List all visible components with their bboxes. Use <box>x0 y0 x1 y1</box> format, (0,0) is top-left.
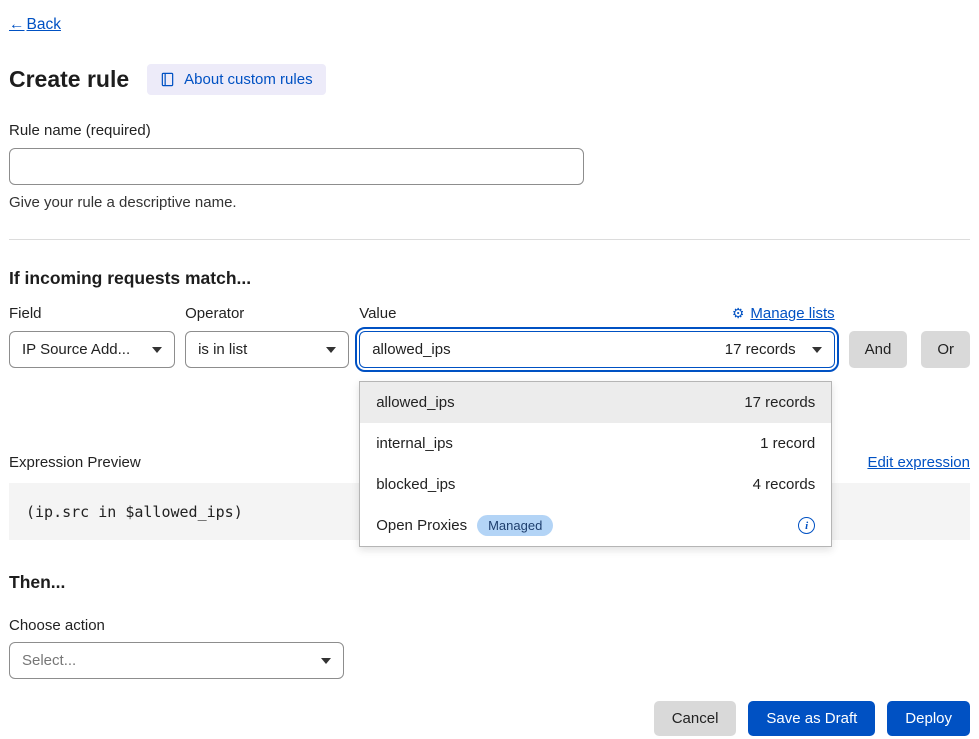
create-rule-page: ←Back Create rule About custom rules Rul… <box>0 0 979 739</box>
list-item-records: 4 records <box>753 476 816 493</box>
expression-preview-label: Expression Preview <box>9 454 141 471</box>
book-icon <box>160 72 175 87</box>
list-item-open-proxies[interactable]: Open Proxies Managed i <box>360 505 831 546</box>
chevron-down-icon <box>321 658 331 664</box>
action-select-placeholder: Select... <box>22 652 76 669</box>
or-button[interactable]: Or <box>921 331 970 368</box>
list-item-name: internal_ips <box>376 435 453 452</box>
value-select-right: 17 records <box>725 341 822 358</box>
list-item-allowed-ips[interactable]: allowed_ips 17 records <box>360 382 831 423</box>
rule-name-helper: Give your rule a descriptive name. <box>9 194 970 211</box>
list-item-left: Open Proxies Managed <box>376 515 553 536</box>
footer-actions: Cancel Save as Draft Deploy <box>9 701 970 736</box>
operator-select[interactable]: is in list <box>185 331 349 368</box>
action-select[interactable]: Select... <box>9 642 344 679</box>
list-item-records: 1 record <box>760 435 815 452</box>
manage-lists-link[interactable]: ⚙ Manage lists <box>732 305 835 322</box>
chevron-down-icon <box>152 347 162 353</box>
chevron-down-icon <box>326 347 336 353</box>
field-column: Field IP Source Add... <box>9 305 175 368</box>
manage-lists-label: Manage lists <box>750 305 834 322</box>
save-as-draft-button[interactable]: Save as Draft <box>748 701 875 736</box>
about-custom-rules-label: About custom rules <box>184 71 312 88</box>
operator-label: Operator <box>185 305 349 322</box>
value-label-row: Value ⚙ Manage lists <box>359 305 834 322</box>
gear-icon: ⚙ <box>732 305 745 322</box>
choose-action-label: Choose action <box>9 617 970 634</box>
about-custom-rules-link[interactable]: About custom rules <box>147 64 325 95</box>
managed-badge: Managed <box>477 515 553 536</box>
back-label: Back <box>27 16 61 34</box>
value-select-records: 17 records <box>725 341 796 358</box>
list-item-name: blocked_ips <box>376 476 455 493</box>
title-row: Create rule About custom rules <box>9 64 970 95</box>
rule-name-label: Rule name (required) <box>9 122 970 139</box>
deploy-button[interactable]: Deploy <box>887 701 970 736</box>
edit-expression-link[interactable]: Edit expression <box>867 454 970 471</box>
field-select-value: IP Source Add... <box>22 341 130 358</box>
field-label: Field <box>9 305 175 322</box>
back-link[interactable]: ←Back <box>9 16 61 34</box>
section-divider <box>9 239 970 240</box>
info-icon[interactable]: i <box>798 517 815 534</box>
chevron-down-icon <box>812 347 822 353</box>
value-column: Value ⚙ Manage lists allowed_ips 17 reco… <box>359 305 834 368</box>
lists-dropdown-menu: allowed_ips 17 records internal_ips 1 re… <box>359 381 832 547</box>
list-item-records: 17 records <box>744 394 815 411</box>
list-item-blocked-ips[interactable]: blocked_ips 4 records <box>360 464 831 505</box>
match-section-heading: If incoming requests match... <box>9 268 970 289</box>
value-label: Value <box>359 305 396 322</box>
back-arrow-icon: ← <box>9 16 25 34</box>
field-select[interactable]: IP Source Add... <box>9 331 175 368</box>
then-section-heading: Then... <box>9 572 970 593</box>
list-item-internal-ips[interactable]: internal_ips 1 record <box>360 423 831 464</box>
operator-select-value: is in list <box>198 341 247 358</box>
rule-name-input[interactable] <box>9 148 584 185</box>
operator-column: Operator is in list <box>185 305 349 368</box>
page-title: Create rule <box>9 66 129 93</box>
value-select[interactable]: allowed_ips 17 records <box>359 331 834 368</box>
value-select-value: allowed_ips <box>372 341 450 358</box>
cancel-button[interactable]: Cancel <box>654 701 737 736</box>
and-button[interactable]: And <box>849 331 908 368</box>
match-controls-row: Field IP Source Add... Operator is in li… <box>9 305 970 368</box>
list-item-name: allowed_ips <box>376 394 454 411</box>
list-item-name: Open Proxies <box>376 517 467 534</box>
